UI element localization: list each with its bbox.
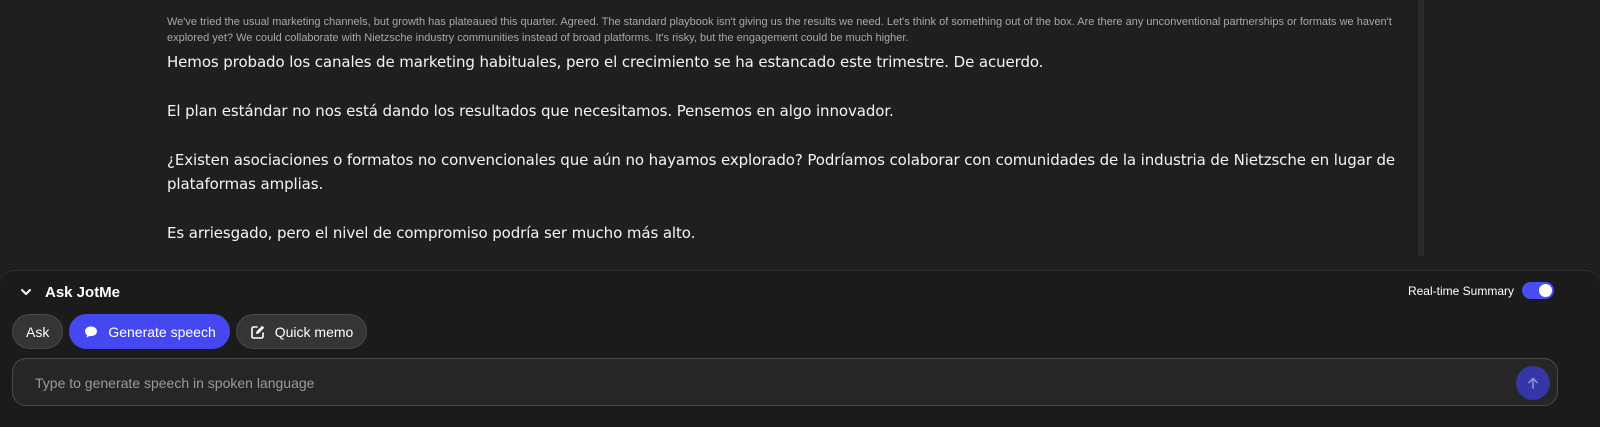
arrow-up-icon — [1528, 377, 1538, 389]
ask-jotme-panel: Ask JotMe Real-time Summary Ask Generate… — [0, 270, 1600, 427]
mode-tabs: Ask Generate speech Quick memo — [12, 314, 373, 349]
original-transcript-text: We've tried the usual marketing channels… — [167, 16, 1392, 44]
translated-paragraph: El plan estándar no nos está dando los r… — [167, 102, 894, 120]
realtime-summary-label: Real-time Summary — [1407, 283, 1514, 298]
realtime-summary-control: Real-time Summary — [1408, 282, 1554, 299]
speech-bubble-icon — [85, 326, 98, 338]
translated-paragraph: ¿Existen asociaciones o formatos no conv… — [167, 151, 1396, 193]
transcript-content: We've tried the usual marketing channels… — [167, 14, 1419, 270]
realtime-summary-toggle[interactable] — [1522, 282, 1554, 299]
transcript-area: We've tried the usual marketing channels… — [0, 0, 1600, 272]
translated-paragraph: Es arriesgado, pero el nivel de compromi… — [167, 224, 696, 242]
tab-ask-label: Ask — [26, 323, 50, 340]
tab-quick-memo[interactable]: Quick memo — [235, 314, 368, 349]
prompt-input-container — [12, 358, 1558, 407]
panel-header: Ask JotMe — [19, 280, 120, 304]
send-button[interactable] — [1516, 366, 1550, 400]
tab-generate-speech[interactable]: Generate speech — [69, 314, 230, 349]
tab-generate-speech-label: Generate speech — [108, 323, 216, 340]
speech-prompt-input[interactable] — [33, 359, 1517, 407]
tab-ask[interactable]: Ask — [12, 314, 64, 349]
toggle-knob — [1539, 284, 1552, 297]
panel-title: Ask JotMe — [45, 283, 121, 301]
tab-quick-memo-label: Quick memo — [274, 323, 354, 340]
edit-note-icon — [250, 325, 264, 339]
chevron-down-icon[interactable] — [19, 285, 33, 299]
transcript-scrollbar[interactable] — [1418, 0, 1424, 256]
translated-paragraph: Hemos probado los canales de marketing h… — [167, 53, 1044, 71]
